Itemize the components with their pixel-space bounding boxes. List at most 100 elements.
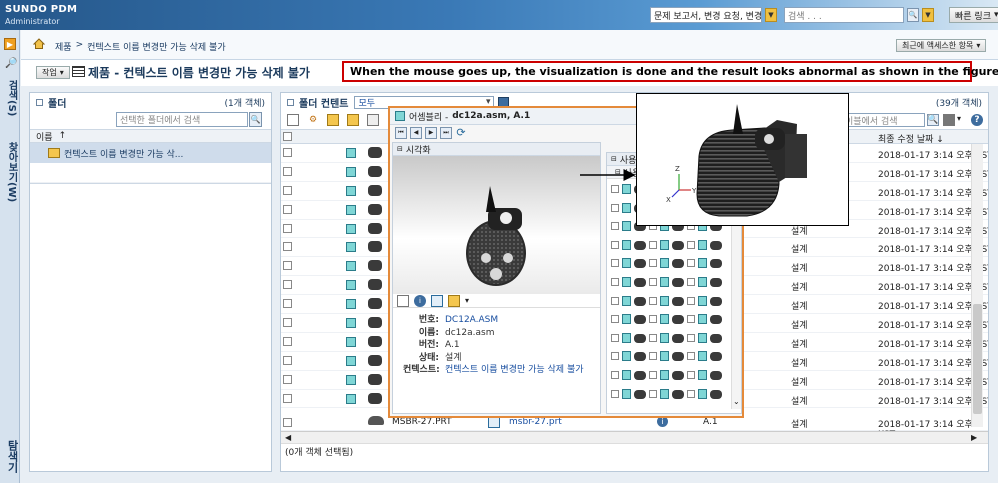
- use-checkbox[interactable]: [687, 333, 695, 342]
- row-checkbox[interactable]: [283, 242, 292, 252]
- row-checkbox[interactable]: [283, 374, 292, 384]
- use-checkbox[interactable]: [611, 333, 619, 342]
- part-thumbnail[interactable]: [634, 259, 646, 269]
- search-type-dropdown-icon[interactable]: ▼: [765, 8, 777, 22]
- copy-icon[interactable]: [397, 294, 409, 307]
- part-thumbnail[interactable]: [710, 389, 722, 399]
- part-thumbnail[interactable]: [368, 335, 382, 347]
- breadcrumb-item-product[interactable]: 제품: [55, 40, 72, 53]
- search-icon[interactable]: 🔎: [5, 58, 17, 69]
- last-icon[interactable]: ⏭: [440, 126, 452, 139]
- part-thumbnail[interactable]: [368, 317, 382, 329]
- part-thumbnail[interactable]: [634, 352, 646, 362]
- recent-items-button[interactable]: 최근에 액세스한 항목 ▾: [896, 39, 987, 52]
- part-thumbnail[interactable]: [672, 259, 684, 269]
- search-type-select[interactable]: 문제 보고서, 변경 요청, 변경: [650, 7, 762, 23]
- part-thumbnail[interactable]: [368, 298, 382, 310]
- attribute-value[interactable]: DC12A.ASM: [445, 314, 498, 327]
- part-thumbnail[interactable]: [710, 240, 722, 250]
- new-document-icon[interactable]: [287, 114, 299, 126]
- collapse-icon[interactable]: [36, 98, 43, 106]
- vertical-scrollbar[interactable]: [971, 144, 983, 427]
- 3d-model-viewer[interactable]: [393, 156, 600, 294]
- navigator-tab[interactable]: 탐색기: [4, 440, 20, 473]
- expand-navigator-icon[interactable]: ▶: [4, 38, 16, 50]
- part-thumbnail[interactable]: [368, 354, 382, 366]
- use-checkbox[interactable]: [611, 240, 619, 249]
- use-checkbox[interactable]: [687, 315, 695, 324]
- part-thumbnail[interactable]: [710, 278, 722, 287]
- browse-tab[interactable]: 찾아보기(W): [4, 142, 19, 202]
- part-thumbnail[interactable]: [368, 392, 382, 404]
- part-thumbnail[interactable]: [710, 371, 722, 380]
- use-checkbox[interactable]: [649, 259, 657, 268]
- part-thumbnail[interactable]: [672, 240, 684, 250]
- chevron-down-icon[interactable]: ▾: [957, 114, 961, 123]
- folder-search-icon[interactable]: 🔍: [249, 112, 262, 127]
- use-checkbox[interactable]: [687, 371, 695, 379]
- folder-search-input[interactable]: 선택한 폴더에서 검색: [116, 112, 248, 127]
- row-checkbox[interactable]: [283, 318, 292, 328]
- prev-icon[interactable]: ◀: [410, 126, 422, 139]
- use-checkbox[interactable]: [649, 240, 657, 249]
- part-thumbnail[interactable]: [368, 373, 382, 385]
- use-checkbox[interactable]: [611, 222, 619, 231]
- use-checkbox[interactable]: [687, 296, 695, 305]
- collapse-icon[interactable]: [287, 98, 294, 106]
- use-checkbox[interactable]: [649, 389, 657, 398]
- part-thumbnail[interactable]: [710, 296, 722, 306]
- row-checkbox[interactable]: [283, 336, 292, 346]
- use-checkbox[interactable]: [649, 296, 657, 305]
- table-search-input[interactable]: 이블에서 검색: [841, 113, 925, 127]
- part-thumbnail[interactable]: [672, 333, 684, 343]
- part-thumbnail[interactable]: [368, 184, 382, 196]
- help-icon[interactable]: ?: [971, 114, 983, 126]
- use-checkbox[interactable]: [611, 352, 619, 361]
- part-thumbnail[interactable]: [634, 315, 646, 325]
- part-thumbnail[interactable]: [710, 352, 722, 362]
- use-checkbox[interactable]: [687, 352, 695, 361]
- collapse-icon[interactable]: ⊟: [611, 155, 617, 163]
- use-checkbox[interactable]: [611, 185, 619, 193]
- horizontal-scrollbar[interactable]: ◀ ▶: [281, 431, 988, 443]
- use-checkbox[interactable]: [687, 278, 695, 286]
- row-checkbox[interactable]: [283, 355, 292, 365]
- attribute-value[interactable]: 컨텍스트 이름 변경만 가능 삭제 불가: [445, 364, 584, 377]
- row-name-link[interactable]: msbr-27.prt: [509, 417, 562, 427]
- part-thumbnail[interactable]: [672, 296, 684, 306]
- row-checkbox[interactable]: [283, 393, 292, 403]
- table-search-icon[interactable]: 🔍: [927, 114, 939, 126]
- part-thumbnail[interactable]: [368, 203, 382, 215]
- part-thumbnail[interactable]: [368, 222, 382, 234]
- part-thumbnail[interactable]: [634, 240, 646, 250]
- part-thumbnail[interactable]: [368, 241, 382, 253]
- folder-row[interactable]: 컨텍스트 이름 변경만 가능 삭...: [30, 143, 271, 163]
- part-thumbnail[interactable]: [710, 315, 722, 325]
- folders-column-header[interactable]: 이름 ↑: [30, 129, 271, 143]
- next-icon[interactable]: ▶: [425, 126, 437, 139]
- global-search-input[interactable]: 검색 . . .: [784, 7, 904, 23]
- view-icon[interactable]: [431, 294, 443, 307]
- info-icon[interactable]: i: [414, 294, 426, 307]
- chevron-down-icon[interactable]: ⌄: [733, 397, 740, 406]
- new-folder-icon[interactable]: [327, 114, 339, 126]
- quick-links-button[interactable]: 빠른 링크 ▾: [949, 7, 998, 23]
- row-checkbox[interactable]: [283, 223, 292, 233]
- scrollbar-thumb[interactable]: [973, 304, 982, 414]
- part-thumbnail[interactable]: [368, 147, 382, 158]
- search-options-dropdown-icon[interactable]: ▼: [922, 8, 934, 22]
- row-checkbox[interactable]: [283, 166, 292, 176]
- use-checkbox[interactable]: [611, 259, 619, 268]
- use-checkbox[interactable]: [649, 352, 657, 361]
- use-checkbox[interactable]: [649, 278, 657, 286]
- part-thumbnail[interactable]: [672, 352, 684, 362]
- refresh-icon[interactable]: ⟳: [455, 126, 467, 139]
- folder-action-icon[interactable]: [448, 294, 460, 307]
- part-thumbnail[interactable]: [672, 389, 684, 399]
- part-thumbnail[interactable]: [368, 279, 382, 291]
- part-thumbnail[interactable]: [634, 278, 646, 287]
- breadcrumb-item-context[interactable]: 컨텍스트 이름 변경만 가능 삭제 불가: [87, 40, 226, 53]
- use-checkbox[interactable]: [611, 315, 619, 324]
- scroll-left-icon[interactable]: ◀: [285, 433, 291, 442]
- search-tab[interactable]: 검색(S): [4, 80, 19, 116]
